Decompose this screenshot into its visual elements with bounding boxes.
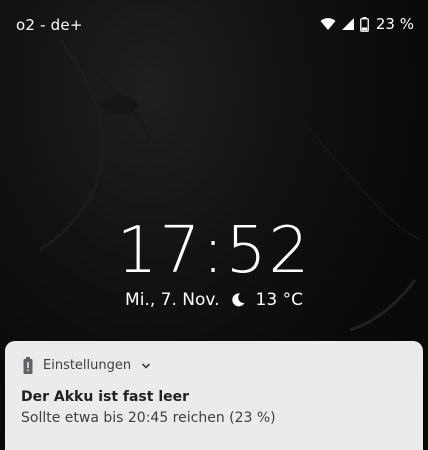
lockscreen-clock: 17:52 — [116, 214, 312, 288]
status-bar: o2 - de+ 23 % — [0, 0, 428, 52]
chevron-down-icon[interactable] — [141, 362, 151, 370]
battery-alert-icon — [23, 357, 33, 374]
battery-icon — [359, 16, 369, 32]
notification-text: Sollte etwa bis 20:45 reichen (23 %) — [21, 410, 276, 426]
notification-title: Der Akku ist fast leer — [21, 389, 190, 405]
cellular-signal-icon — [341, 17, 355, 31]
carrier-name: o2 - de+ — [16, 16, 83, 34]
date-weather-row: Mi., 7. Nov. 13 °C — [0, 290, 428, 310]
lockscreen-date: Mi., 7. Nov. — [125, 290, 220, 310]
battery-notification[interactable]: Einstellungen Der Akku ist fast leer Sol… — [5, 341, 423, 450]
notification-app-name: Einstellungen — [43, 358, 132, 373]
status-icons: 23 % — [320, 15, 414, 33]
battery-percentage: 23 % — [375, 15, 414, 33]
temperature: 13 °C — [255, 290, 303, 310]
wifi-icon — [320, 17, 336, 31]
lock-screen: o2 - de+ 23 % 17:52 Mi., 7. Nov. 13 °C E… — [0, 0, 428, 450]
moon-icon — [230, 292, 246, 308]
notification-header[interactable]: Einstellungen — [23, 357, 151, 374]
